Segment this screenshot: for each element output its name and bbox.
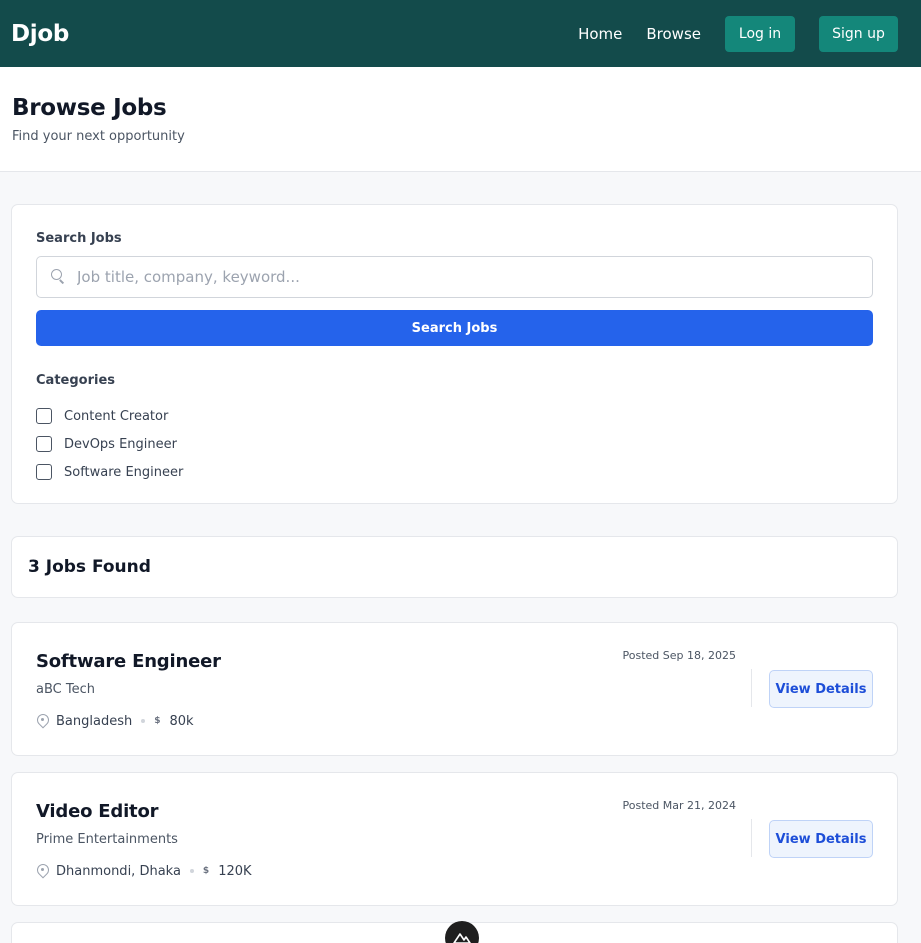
dollar-icon: $ — [202, 866, 210, 876]
view-details-button[interactable]: View Details — [769, 670, 873, 708]
job-title: Video Editor — [36, 801, 159, 822]
nav-link-browse[interactable]: Browse — [646, 25, 701, 43]
category-label: Software Engineer — [64, 464, 184, 480]
category-list: Content Creator DevOps Engineer Software… — [36, 402, 873, 486]
search-input[interactable] — [77, 268, 837, 286]
job-salary: 120K — [218, 863, 252, 879]
vertical-divider — [751, 669, 752, 707]
mountain-logo-icon — [453, 933, 471, 943]
category-checkbox[interactable] — [36, 436, 52, 452]
page-subtitle: Find your next opportunity — [12, 129, 185, 144]
brand-logo[interactable]: Djob — [11, 21, 69, 47]
search-filter-card: Search Jobs Search Jobs Categories Conte… — [11, 204, 898, 504]
category-label: Content Creator — [64, 408, 169, 424]
category-checkbox[interactable] — [36, 464, 52, 480]
meta-separator — [141, 719, 146, 723]
job-company: aBC Tech — [36, 682, 95, 697]
job-salary: 80k — [169, 713, 194, 729]
page-header: Browse Jobs Find your next opportunity — [0, 67, 921, 172]
job-title: Software Engineer — [36, 651, 221, 672]
job-location: Bangladesh — [56, 713, 133, 729]
search-jobs-button[interactable]: Search Jobs — [36, 310, 873, 346]
search-icon — [49, 268, 67, 286]
meta-separator — [189, 869, 194, 873]
vertical-divider — [751, 819, 752, 857]
search-box[interactable] — [36, 256, 873, 298]
category-label: DevOps Engineer — [64, 436, 177, 452]
results-count-card: 3 Jobs Found — [11, 536, 898, 598]
job-location: Dhanmondi, Dhaka — [56, 863, 181, 879]
job-card: Software Engineer aBC Tech Bangladesh $ … — [11, 622, 898, 756]
location-pin-icon — [36, 713, 50, 729]
category-item-devops-engineer[interactable]: DevOps Engineer — [36, 430, 873, 458]
results-count: 3 Jobs Found — [28, 557, 151, 577]
categories-label: Categories — [36, 373, 116, 388]
job-card: Video Editor Prime Entertainments Dhanmo… — [11, 772, 898, 906]
job-meta: Dhanmondi, Dhaka $ 120K — [36, 863, 252, 879]
category-item-software-engineer[interactable]: Software Engineer — [36, 458, 873, 486]
login-button[interactable]: Log in — [725, 15, 795, 52]
signup-button[interactable]: Sign up — [819, 15, 898, 52]
job-posted-date: Posted Sep 18, 2025 — [622, 649, 736, 662]
category-checkbox[interactable] — [36, 408, 52, 424]
nav-link-home[interactable]: Home — [578, 25, 622, 43]
nav-right: Home Browse Log in Sign up — [578, 15, 898, 52]
view-details-button[interactable]: View Details — [769, 820, 873, 858]
search-label: Search Jobs — [36, 231, 122, 246]
job-posted-date: Posted Mar 21, 2024 — [622, 799, 737, 812]
job-meta: Bangladesh $ 80k — [36, 713, 194, 729]
category-item-content-creator[interactable]: Content Creator — [36, 402, 873, 430]
page-title: Browse Jobs — [12, 95, 167, 121]
job-company: Prime Entertainments — [36, 832, 178, 847]
dollar-icon: $ — [154, 716, 161, 726]
navbar: Djob Home Browse Log in Sign up — [0, 0, 921, 67]
location-pin-icon — [36, 863, 50, 879]
